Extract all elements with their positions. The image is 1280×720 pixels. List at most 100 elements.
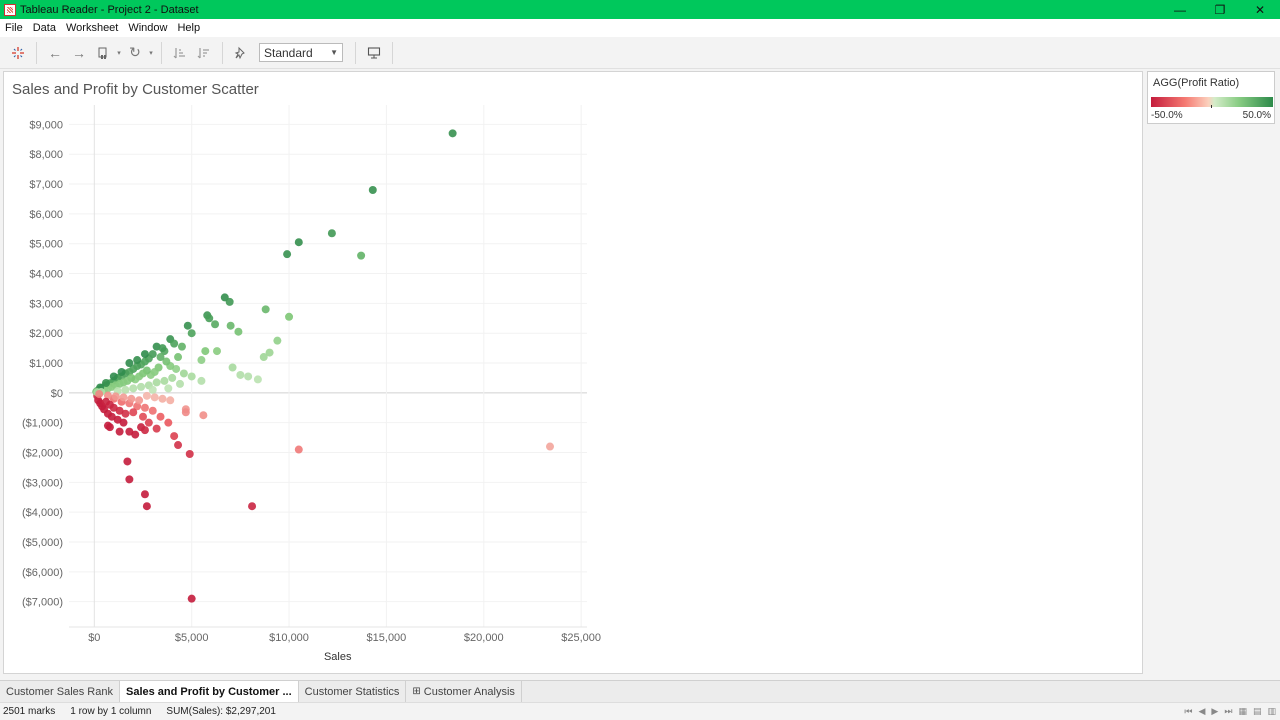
data-point[interactable] <box>140 403 149 412</box>
data-point[interactable] <box>95 390 104 399</box>
tabs-icon[interactable]: ▥ <box>1267 706 1276 717</box>
data-point[interactable] <box>197 376 206 385</box>
data-point[interactable] <box>176 379 184 388</box>
data-point[interactable] <box>144 418 153 427</box>
sort-ascending-icon[interactable] <box>168 41 192 65</box>
tab-customer-statistics[interactable]: Customer Statistics <box>299 681 407 702</box>
tab-sales-and-profit-scatter[interactable]: Sales and Profit by Customer ... <box>120 681 299 702</box>
data-point[interactable] <box>125 359 134 368</box>
data-point[interactable] <box>201 347 210 356</box>
data-point[interactable] <box>228 363 237 372</box>
data-point[interactable] <box>181 408 190 417</box>
next-sheet-icon[interactable]: ▶ <box>1211 706 1218 717</box>
data-point[interactable] <box>226 321 235 330</box>
data-point[interactable] <box>133 356 142 365</box>
data-point[interactable] <box>150 393 159 402</box>
data-point[interactable] <box>152 378 161 387</box>
data-point[interactable] <box>164 384 173 393</box>
minimize-button[interactable]: — <box>1160 0 1200 19</box>
data-point[interactable] <box>160 376 169 385</box>
data-point[interactable] <box>294 445 303 454</box>
data-point[interactable] <box>111 392 120 401</box>
data-point[interactable] <box>357 251 366 260</box>
data-point[interactable] <box>170 339 179 348</box>
data-point[interactable] <box>168 373 177 382</box>
data-point[interactable] <box>259 353 268 362</box>
data-point[interactable] <box>140 426 149 435</box>
undo-icon[interactable]: ← <box>43 41 67 65</box>
data-point[interactable] <box>197 356 206 365</box>
menu-window[interactable]: Window <box>123 22 172 34</box>
data-point[interactable] <box>225 297 234 306</box>
data-point[interactable] <box>185 449 194 458</box>
data-point[interactable] <box>248 502 257 511</box>
data-point[interactable] <box>109 372 118 381</box>
data-point[interactable] <box>448 129 457 138</box>
refresh-dropdown-icon[interactable]: ▾ <box>147 41 155 65</box>
data-point[interactable] <box>129 384 138 393</box>
data-point[interactable] <box>125 427 134 436</box>
data-point[interactable] <box>213 347 221 356</box>
data-point[interactable] <box>205 314 214 323</box>
data-point[interactable] <box>294 238 303 247</box>
data-point[interactable] <box>103 421 112 430</box>
data-point[interactable] <box>174 353 183 362</box>
data-point[interactable] <box>152 424 161 433</box>
data-point[interactable] <box>179 369 188 378</box>
data-point[interactable] <box>156 353 165 362</box>
tableau-logo-icon[interactable] <box>6 41 30 65</box>
presentation-mode-icon[interactable] <box>362 41 386 65</box>
maximize-button[interactable]: ❐ <box>1200 0 1240 19</box>
sort-descending-icon[interactable] <box>192 41 216 65</box>
data-point[interactable] <box>129 408 138 417</box>
data-point[interactable] <box>148 385 157 394</box>
data-point[interactable] <box>140 490 149 499</box>
data-point[interactable] <box>166 396 175 405</box>
tab-customer-sales-rank[interactable]: Customer Sales Rank <box>0 681 120 702</box>
data-point[interactable] <box>546 442 554 451</box>
data-point[interactable] <box>156 412 165 421</box>
data-point[interactable] <box>174 441 183 450</box>
scatter-plot[interactable]: $9,000 $8,000 $7,000 $6,000 $5,000 $4,000 $3,0… <box>4 72 604 672</box>
sheet-sorter-icon[interactable]: ▦ <box>1238 706 1247 717</box>
data-point[interactable] <box>199 411 208 420</box>
data-point[interactable] <box>115 427 124 436</box>
pause-dropdown-icon[interactable]: ▾ <box>115 41 123 65</box>
data-point[interactable] <box>139 412 147 421</box>
data-point[interactable] <box>368 186 377 195</box>
menu-file[interactable]: File <box>0 22 28 34</box>
data-point[interactable] <box>119 393 128 402</box>
prev-sheet-icon[interactable]: ◀ <box>1199 706 1206 717</box>
tab-customer-analysis[interactable]: ⊞ Customer Analysis <box>406 681 522 702</box>
data-point[interactable] <box>123 457 132 466</box>
data-point[interactable] <box>127 394 136 403</box>
data-point[interactable] <box>183 321 192 330</box>
data-point[interactable] <box>121 385 130 394</box>
data-point[interactable] <box>234 327 243 336</box>
data-point[interactable] <box>142 391 151 400</box>
data-point[interactable] <box>273 336 282 345</box>
data-point[interactable] <box>148 406 157 415</box>
data-point[interactable] <box>102 397 110 406</box>
refresh-icon[interactable]: ↻ <box>123 41 147 65</box>
data-point[interactable] <box>140 350 149 359</box>
highlight-pin-icon[interactable] <box>229 41 253 65</box>
data-point[interactable] <box>187 594 196 603</box>
data-point[interactable] <box>187 329 196 338</box>
data-point[interactable] <box>187 372 196 381</box>
menu-worksheet[interactable]: Worksheet <box>61 22 123 34</box>
data-point[interactable] <box>261 305 270 314</box>
data-point[interactable] <box>253 375 262 384</box>
data-point[interactable] <box>135 396 144 405</box>
first-sheet-icon[interactable]: ⏮ <box>1184 706 1192 717</box>
worksheet-view[interactable]: Sales and Profit by Customer Scatter $9,… <box>3 71 1143 674</box>
fit-view-select[interactable]: Standard ▼ <box>259 43 343 62</box>
data-point[interactable] <box>137 382 146 391</box>
data-point[interactable] <box>236 370 245 379</box>
data-point[interactable] <box>117 367 126 376</box>
data-point[interactable] <box>158 394 167 403</box>
menu-data[interactable]: Data <box>28 22 61 34</box>
data-point[interactable] <box>170 432 179 441</box>
pause-updates-icon[interactable] <box>91 41 115 65</box>
last-sheet-icon[interactable]: ⏭ <box>1224 706 1232 717</box>
